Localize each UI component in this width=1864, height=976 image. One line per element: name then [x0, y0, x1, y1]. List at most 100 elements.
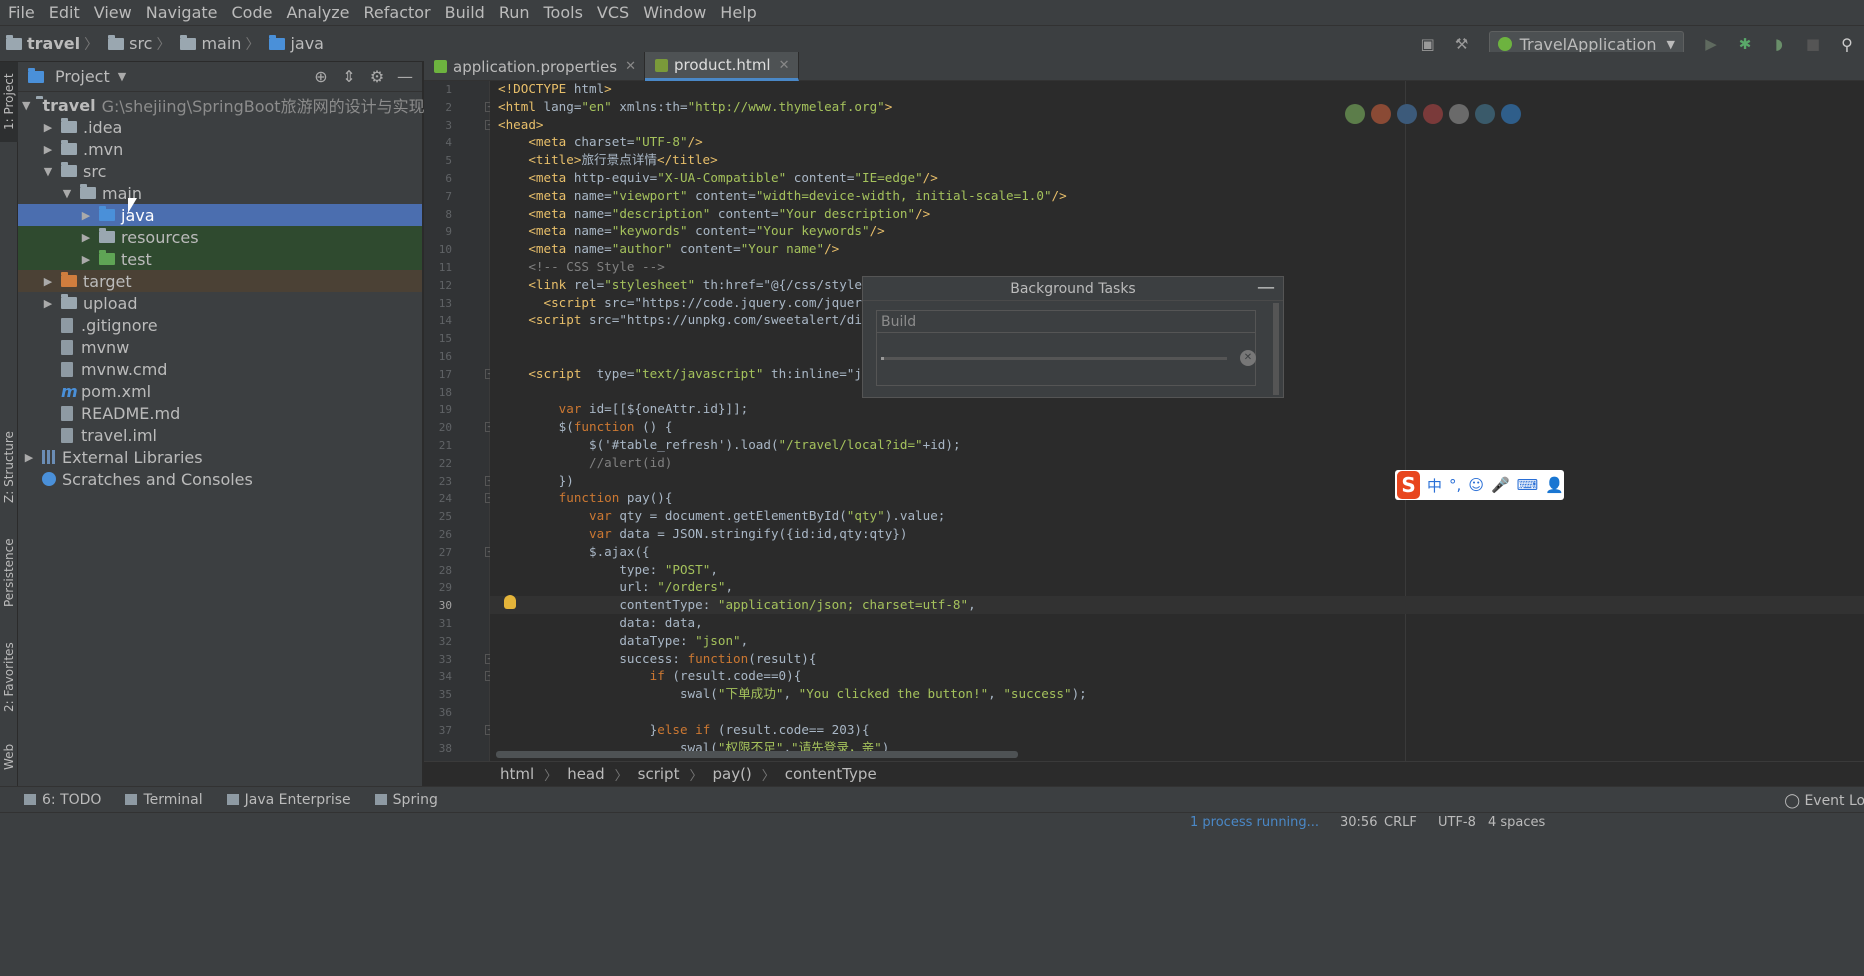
line-number[interactable]: 15 — [424, 330, 452, 348]
emoji-icon[interactable]: ☺ — [1468, 476, 1484, 494]
menu-analyze[interactable]: Analyze — [282, 3, 359, 22]
code-line[interactable]: <!-- CSS Style --> — [498, 258, 664, 276]
close-tab-icon[interactable]: ✕ — [625, 59, 636, 74]
menu-file[interactable]: File — [4, 3, 45, 22]
editor-breadcrumb-item[interactable]: pay() — [712, 765, 751, 783]
tree-item[interactable]: mvnw — [18, 336, 422, 358]
cancel-task-icon[interactable]: ✕ — [1240, 350, 1256, 366]
collapsed-arrow-icon[interactable]: ▶ — [79, 209, 93, 222]
line-number[interactable]: 35 — [424, 686, 452, 704]
line-number[interactable]: 7 — [424, 188, 452, 206]
code-line[interactable]: contentType: "application/json; charset=… — [498, 596, 975, 614]
popup-scrollbar[interactable] — [1273, 303, 1279, 395]
favorites-tool-tab[interactable]: 2: Favorites — [0, 632, 18, 722]
expanded-arrow-icon[interactable]: ▼ — [22, 99, 30, 112]
line-number[interactable]: 34 — [424, 668, 452, 686]
code-line[interactable]: $.ajax({ — [498, 543, 650, 561]
editor-horizontal-scrollbar[interactable] — [496, 751, 1018, 758]
caret-position[interactable]: 30:56 — [1340, 815, 1377, 830]
yandex-icon[interactable] — [1449, 104, 1469, 124]
code-line[interactable]: <html lang="en" xmlns:th="http://www.thy… — [498, 98, 892, 116]
line-number[interactable]: 11 — [424, 259, 452, 277]
line-number[interactable]: 20 — [424, 419, 452, 437]
close-tab-icon[interactable]: ✕ — [779, 58, 790, 73]
web-tool-tab[interactable]: Web — [0, 732, 18, 782]
code-line[interactable]: <meta name="viewport" content="width=dev… — [498, 187, 1066, 205]
process-running-status[interactable]: 1 process running... — [1190, 815, 1319, 830]
tool-window-button[interactable]: Terminal — [125, 792, 203, 808]
code-line[interactable]: }else if (result.code== 203){ — [498, 721, 870, 739]
ime-language-toggle[interactable]: 中 — [1427, 475, 1442, 496]
keyboard-icon[interactable]: ⌨ — [1517, 476, 1539, 494]
tool-window-button[interactable]: 6: TODO — [24, 792, 101, 808]
code-line[interactable]: $(function () { — [498, 418, 673, 436]
tree-item[interactable]: mvnw.cmd — [18, 358, 422, 380]
collapsed-arrow-icon[interactable]: ▶ — [41, 297, 55, 310]
line-number[interactable]: 26 — [424, 526, 452, 544]
menu-tools[interactable]: Tools — [540, 3, 593, 22]
line-number[interactable]: 18 — [424, 384, 452, 402]
tree-item[interactable]: ▶ java — [18, 204, 422, 226]
line-separator[interactable]: CRLF — [1384, 815, 1417, 830]
line-number[interactable]: 4 — [424, 134, 452, 152]
code-line[interactable]: $('#table_refresh').load("/travel/local?… — [498, 436, 961, 454]
code-line[interactable]: url: "/orders", — [498, 578, 733, 596]
tree-item[interactable]: m pom.xml — [18, 380, 422, 402]
tree-item[interactable]: ▶ .mvn — [18, 138, 422, 160]
user-icon[interactable]: 👤 — [1545, 476, 1564, 494]
code-line[interactable]: data: data, — [498, 614, 702, 632]
indent-setting[interactable]: 4 spaces — [1488, 815, 1545, 830]
line-number[interactable]: 1 — [424, 81, 452, 99]
microphone-icon[interactable]: 🎤 — [1491, 476, 1510, 494]
tree-item[interactable]: ▼ main — [18, 182, 422, 204]
editor-breadcrumb-item[interactable]: head — [567, 765, 604, 783]
editor-breadcrumb-item[interactable]: html — [500, 765, 534, 783]
code-line[interactable]: <title>旅行景点详情</title> — [498, 151, 717, 169]
ie-icon[interactable] — [1475, 104, 1495, 124]
collapsed-arrow-icon[interactable]: ▶ — [79, 231, 93, 244]
nav-crumb-java[interactable]: java — [269, 34, 324, 53]
nav-crumb-travel[interactable]: travel — [6, 34, 80, 53]
minimize-icon[interactable]: — — [1257, 277, 1275, 299]
line-number[interactable]: 8 — [424, 206, 452, 224]
line-number[interactable]: 9 — [424, 223, 452, 241]
safari-icon[interactable] — [1397, 104, 1417, 124]
line-number[interactable]: 19 — [424, 401, 452, 419]
code-line[interactable]: var data = JSON.stringify({id:id,qty:qty… — [498, 525, 907, 543]
line-number[interactable]: 36 — [424, 704, 452, 722]
sogou-logo-icon[interactable]: S — [1397, 471, 1421, 499]
tree-item[interactable]: ▶ .idea — [18, 116, 422, 138]
tree-item[interactable]: .gitignore — [18, 314, 422, 336]
hide-panel-icon[interactable]: — — [394, 66, 416, 88]
tool-window-button[interactable]: Spring — [374, 792, 438, 808]
line-number[interactable]: 16 — [424, 348, 452, 366]
code-editor[interactable]: <!DOCTYPE html> <html lang="en" xmlns:th=… — [490, 81, 1864, 761]
line-number[interactable]: 10 — [424, 241, 452, 259]
chevron-down-icon[interactable]: ▼ — [118, 70, 126, 83]
line-number[interactable]: 3 — [424, 117, 452, 135]
line-number[interactable]: 38 — [424, 740, 452, 758]
line-number[interactable]: 17 — [424, 366, 452, 384]
line-number[interactable]: 33 — [424, 651, 452, 669]
menu-help[interactable]: Help — [716, 3, 766, 22]
tree-item[interactable]: ▶ upload — [18, 292, 422, 314]
line-number[interactable]: 6 — [424, 170, 452, 188]
code-line[interactable]: var qty = document.getElementById("qty")… — [498, 507, 945, 525]
line-number[interactable]: 27 — [424, 544, 452, 562]
tree-item[interactable]: ▶ resources — [18, 226, 422, 248]
code-line[interactable]: <link rel="stylesheet" th:href="@{/css/s… — [498, 276, 862, 294]
project-tool-tab[interactable]: 1: Project — [0, 62, 18, 142]
locate-icon[interactable]: ⊕ — [310, 66, 332, 88]
code-line[interactable]: <script src="https://unpkg.com/sweetaler… — [498, 311, 862, 329]
line-number[interactable]: 24 — [424, 490, 452, 508]
expanded-arrow-icon[interactable]: ▼ — [60, 187, 74, 200]
tree-item[interactable]: ▶ test — [18, 248, 422, 270]
gear-icon[interactable]: ⚙ — [366, 66, 388, 88]
code-line[interactable]: <meta charset="UTF-8"/> — [498, 133, 702, 151]
collapsed-arrow-icon[interactable]: ▶ — [41, 143, 55, 156]
code-line[interactable]: if (result.code==0){ — [498, 667, 802, 685]
line-number[interactable]: 2 — [424, 99, 452, 117]
menu-code[interactable]: Code — [228, 3, 283, 22]
code-line[interactable]: <script type="text/javascript" th:inline… — [498, 365, 869, 383]
tree-item[interactable]: README.md — [18, 402, 422, 424]
